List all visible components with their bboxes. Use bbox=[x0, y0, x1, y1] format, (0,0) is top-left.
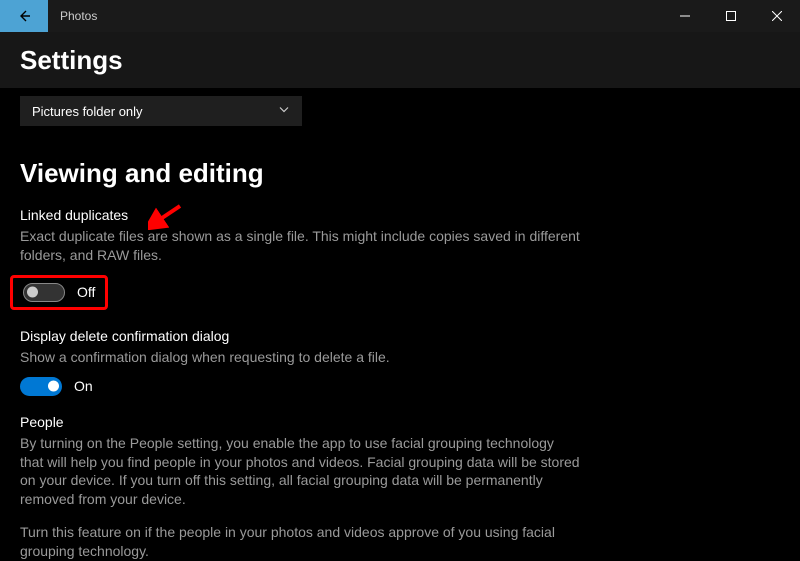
window-controls bbox=[662, 0, 800, 32]
delete-confirm-title: Display delete confirmation dialog bbox=[20, 328, 800, 344]
linked-duplicates-toggle[interactable] bbox=[23, 283, 65, 302]
delete-confirm-toggle[interactable] bbox=[20, 377, 62, 396]
maximize-icon bbox=[726, 11, 736, 21]
section-heading: Viewing and editing bbox=[20, 158, 800, 189]
chevron-down-icon bbox=[278, 104, 290, 119]
linked-duplicates-toggle-label: Off bbox=[77, 284, 95, 300]
sources-dropdown[interactable]: Pictures folder only bbox=[20, 96, 302, 126]
header: Settings bbox=[0, 32, 800, 88]
content-area: Pictures folder only Viewing and editing… bbox=[0, 88, 800, 561]
linked-duplicates-desc: Exact duplicate files are shown as a sin… bbox=[20, 227, 580, 265]
dropdown-selected: Pictures folder only bbox=[32, 104, 143, 119]
close-button[interactable] bbox=[754, 0, 800, 32]
delete-confirm-setting: Display delete confirmation dialog Show … bbox=[20, 328, 800, 396]
minimize-button[interactable] bbox=[662, 0, 708, 32]
people-desc2: Turn this feature on if the people in yo… bbox=[20, 523, 580, 561]
linked-duplicates-title: Linked duplicates bbox=[20, 207, 800, 223]
minimize-icon bbox=[680, 11, 690, 21]
maximize-button[interactable] bbox=[708, 0, 754, 32]
people-setting: People By turning on the People setting,… bbox=[20, 414, 800, 561]
annotation-highlight-box: Off bbox=[10, 275, 108, 310]
people-title: People bbox=[20, 414, 800, 430]
titlebar: Photos bbox=[0, 0, 800, 32]
people-desc: By turning on the People setting, you en… bbox=[20, 434, 580, 510]
delete-confirm-toggle-label: On bbox=[74, 378, 93, 394]
app-title: Photos bbox=[60, 9, 97, 23]
linked-duplicates-setting: Linked duplicates Exact duplicate files … bbox=[20, 207, 800, 310]
page-title: Settings bbox=[20, 45, 123, 76]
delete-confirm-desc: Show a confirmation dialog when requesti… bbox=[20, 348, 580, 367]
back-button[interactable] bbox=[0, 0, 48, 32]
close-icon bbox=[772, 11, 782, 21]
back-arrow-icon bbox=[16, 8, 32, 24]
